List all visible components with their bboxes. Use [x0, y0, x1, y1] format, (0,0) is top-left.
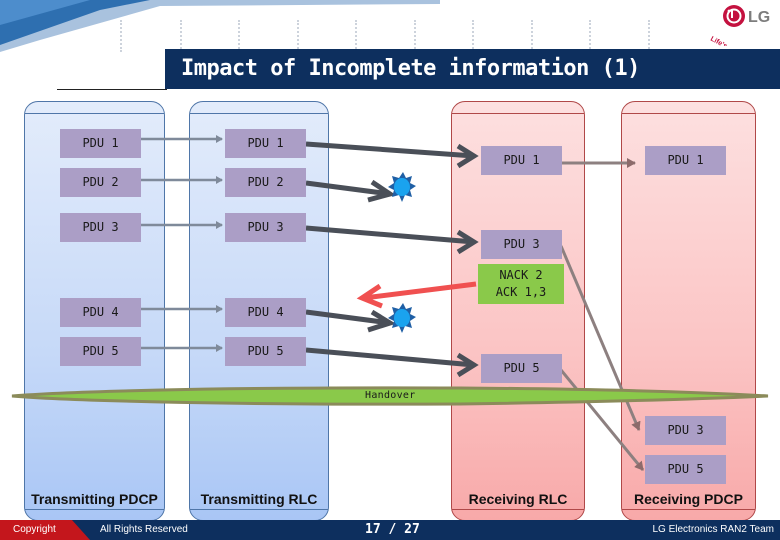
rx-rlc-pdu-5: PDU 5: [481, 354, 562, 383]
title-underline-divider: [57, 89, 167, 90]
arrow-pdu1-air: [305, 141, 475, 159]
rx-rlc-pdu-1: PDU 1: [481, 146, 562, 175]
lost-pdu2-burst-icon: [388, 172, 416, 202]
rx-pdcp-pdu-1: PDU 1: [645, 146, 726, 175]
tx-rlc-pdu-2: PDU 2: [225, 168, 306, 197]
lg-tagline: Life's Good: [709, 36, 746, 46]
footer-copyright: Copyright: [13, 524, 56, 535]
rx-rlc-pdu-3: PDU 3: [481, 230, 562, 259]
column-label: Receiving PDCP: [634, 491, 743, 507]
page-number: 17 / 27: [365, 522, 420, 537]
column-label: Transmitting RLC: [200, 491, 318, 507]
slide: LG Life's Good Impact of Incomplete info…: [0, 0, 780, 540]
slide-title: Impact of Incomplete information (1): [165, 49, 780, 89]
lg-logo: LG Life's Good: [690, 2, 776, 60]
tx-rlc-pdu-1: PDU 1: [225, 129, 306, 158]
column-label: Transmitting PDCP: [31, 491, 158, 507]
lg-face-icon: LG Life's Good: [709, 5, 770, 60]
tx-rlc-pdu-3: PDU 3: [225, 213, 306, 242]
lost-pdu4-burst-icon: [388, 303, 416, 333]
status-report-box: NACK 2 ACK 1,3: [478, 264, 564, 304]
tx-pdcp-pdu-5: PDU 5: [60, 337, 141, 366]
tx-pdcp-pdu-1: PDU 1: [60, 129, 141, 158]
tx-pdcp-pdu-2: PDU 2: [60, 168, 141, 197]
arrow-pdu5-air: [305, 347, 475, 368]
footer-rights: All Rights Reserved: [100, 524, 188, 535]
rx-pdcp-pdu-5: PDU 5: [645, 455, 726, 484]
handover-label: Handover: [365, 390, 416, 401]
column-label: Receiving RLC: [468, 491, 568, 507]
tx-rlc-pdu-4: PDU 4: [225, 298, 306, 327]
footer-team: LG Electronics RAN2 Team: [652, 524, 774, 535]
tx-pdcp-pdu-4: PDU 4: [60, 298, 141, 327]
lg-wordmark: LG: [748, 9, 770, 26]
status-report-nack: NACK 2: [499, 268, 543, 282]
tx-rlc-pdu-5: PDU 5: [225, 337, 306, 366]
footer-bar: Copyright All Rights Reserved 17 / 27 LG…: [0, 520, 780, 540]
rlc-transmission-arrows: [305, 141, 479, 378]
tx-pdcp-pdu-3: PDU 3: [60, 213, 141, 242]
rx-pdcp-pdu-3: PDU 3: [645, 416, 726, 445]
status-report-ack: ACK 1,3: [495, 285, 547, 299]
arrow-pdu3-air: [305, 225, 475, 245]
